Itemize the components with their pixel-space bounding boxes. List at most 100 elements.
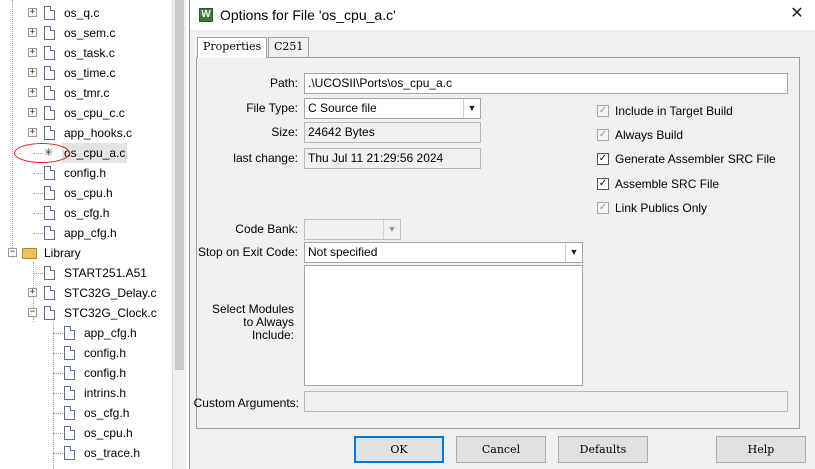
file-icon bbox=[44, 206, 55, 220]
tree-connector bbox=[53, 393, 63, 394]
tree-scrollbar[interactable] bbox=[172, 0, 186, 469]
tree-file-item[interactable]: + os_time.c bbox=[0, 63, 170, 83]
expand-icon[interactable]: + bbox=[28, 68, 37, 77]
file-icon bbox=[44, 126, 55, 140]
stop-on-exit-value: Not specified bbox=[308, 245, 378, 259]
tree-file-item[interactable]: config.h bbox=[0, 163, 170, 183]
chevron-down-icon[interactable]: ▼ bbox=[565, 243, 582, 262]
stop-on-exit-dropdown[interactable]: Not specified ▼ bbox=[304, 242, 583, 263]
file-type-dropdown[interactable]: C Source file ▼ bbox=[304, 98, 481, 119]
tree-file-item[interactable]: app_cfg.h bbox=[0, 323, 170, 343]
tree-item-label: os_cfg.h bbox=[84, 406, 130, 420]
tree-file-item[interactable]: app_cfg.h bbox=[0, 223, 170, 243]
expand-icon[interactable]: + bbox=[28, 288, 37, 297]
expand-icon[interactable]: + bbox=[28, 48, 37, 57]
tree-folder-item[interactable]: − Library bbox=[0, 243, 170, 263]
tree-item-label: os_cpu_c.c bbox=[64, 106, 125, 120]
checkbox: ✓ bbox=[597, 105, 609, 117]
tree-item-label: os_cpu_a.c bbox=[62, 143, 128, 163]
checkbox-label: Link Publics Only bbox=[615, 201, 708, 215]
path-label: Path: bbox=[269, 76, 298, 90]
modules-label-line1: Select Modules bbox=[211, 302, 294, 316]
tree-item-label: Library bbox=[44, 246, 81, 260]
tree-file-item[interactable]: + app_hooks.c bbox=[0, 123, 170, 143]
tree-item-label: STC32G_Clock.c bbox=[64, 306, 157, 320]
folder-icon bbox=[22, 248, 37, 259]
expand-icon[interactable]: + bbox=[28, 108, 37, 117]
tree-file-item[interactable]: os_cpu.h bbox=[0, 423, 170, 443]
modules-listbox[interactable] bbox=[304, 265, 583, 386]
tree-item-label: os_cpu.h bbox=[64, 186, 113, 200]
file-icon bbox=[44, 266, 55, 280]
tree-file-item[interactable]: + os_tmr.c bbox=[0, 83, 170, 103]
tree-file-item[interactable]: + os_cpu_c.c bbox=[0, 103, 170, 123]
tree-connector bbox=[53, 413, 63, 414]
expand-icon[interactable]: + bbox=[28, 88, 37, 97]
tree-item-label: config.h bbox=[84, 366, 127, 380]
tree-file-item[interactable]: START251.A51 bbox=[0, 263, 170, 283]
checkbox[interactable]: ✓ bbox=[597, 178, 609, 190]
path-field[interactable]: .\UCOSII\Ports\os_cpu_a.c bbox=[304, 73, 788, 94]
tree-item-label: os_tmr.c bbox=[64, 86, 110, 100]
tree-connector bbox=[33, 193, 43, 194]
tree-file-item[interactable]: config.h bbox=[0, 343, 170, 363]
file-icon bbox=[44, 46, 55, 60]
annotation-circle bbox=[14, 143, 70, 163]
tree-file-item[interactable]: + os_sem.c bbox=[0, 23, 170, 43]
tree-file-item[interactable]: os_cfg.h bbox=[0, 203, 170, 223]
file-icon bbox=[44, 186, 55, 200]
tree-scrollbar-thumb[interactable] bbox=[175, 0, 184, 370]
tree-file-item[interactable]: + os_q.c bbox=[0, 3, 170, 23]
modules-label-line3: Include: bbox=[251, 328, 294, 342]
expand-icon[interactable]: + bbox=[28, 128, 37, 137]
ok-button[interactable]: OK bbox=[354, 436, 444, 463]
dialog-title: Options for File 'os_cpu_a.c' bbox=[220, 7, 396, 23]
tree-item-label: os_q.c bbox=[64, 6, 100, 20]
tree-connector bbox=[53, 433, 63, 434]
last-change-value: Thu Jul 11 21:29:56 2024 bbox=[304, 148, 481, 169]
tree-connector bbox=[53, 333, 63, 334]
tree-connector bbox=[33, 213, 43, 214]
tree-file-item[interactable]: os_cpu.h bbox=[0, 183, 170, 203]
stop-on-exit-label: Stop on Exit Code: bbox=[197, 245, 298, 259]
tree-item-label: os_sem.c bbox=[64, 26, 116, 40]
file-icon bbox=[44, 286, 55, 300]
checkbox-label: Generate Assembler SRC File bbox=[615, 152, 776, 166]
collapse-icon[interactable]: − bbox=[8, 248, 17, 257]
expand-icon[interactable]: + bbox=[28, 8, 37, 17]
tree-connector bbox=[53, 453, 63, 454]
custom-args-label: Custom Arguments: bbox=[193, 396, 299, 410]
checkbox: ✓ bbox=[597, 202, 609, 214]
tab-c251[interactable]: C251 bbox=[268, 37, 310, 57]
size-value: 24642 Bytes bbox=[304, 122, 481, 143]
code-bank-dropdown: ▼ bbox=[304, 219, 401, 240]
tree-file-item[interactable]: os_cfg.h bbox=[0, 403, 170, 423]
close-icon[interactable]: ✕ bbox=[788, 5, 806, 23]
expand-icon[interactable]: + bbox=[28, 28, 37, 37]
file-icon bbox=[44, 226, 55, 240]
tree-file-item[interactable]: config.h bbox=[0, 363, 170, 383]
tree-file-item[interactable]: − STC32G_Clock.c bbox=[0, 303, 170, 323]
chevron-down-icon[interactable]: ▼ bbox=[463, 99, 480, 118]
dialog-titlebar[interactable]: W Options for File 'os_cpu_a.c' ✕ bbox=[190, 0, 815, 30]
tree-file-item[interactable]: os_trace.h bbox=[0, 443, 170, 463]
file-icon bbox=[64, 406, 75, 420]
cancel-button[interactable]: Cancel bbox=[456, 436, 546, 463]
checkbox-label: Assemble SRC File bbox=[615, 177, 720, 191]
tab-properties[interactable]: Properties bbox=[197, 37, 268, 58]
tree-item-label: config.h bbox=[64, 166, 107, 180]
file-icon bbox=[44, 86, 55, 100]
tree-file-item[interactable]: + STC32G_Delay.c bbox=[0, 283, 170, 303]
tree-item-label: os_trace.h bbox=[84, 446, 141, 460]
tree-file-item[interactable]: + os_task.c bbox=[0, 43, 170, 63]
file-icon bbox=[44, 106, 55, 120]
help-button[interactable]: Help bbox=[716, 436, 806, 463]
tree-file-item[interactable]: intrins.h bbox=[0, 383, 170, 403]
checkbox[interactable]: ✓ bbox=[597, 153, 609, 165]
project-tree: + os_q.c + os_sem.c + os_task.c + os_time.c + os_… bbox=[0, 0, 186, 469]
code-bank-label: Code Bank: bbox=[235, 222, 298, 236]
tree-item-label: intrins.h bbox=[84, 386, 127, 400]
collapse-icon[interactable]: − bbox=[28, 308, 37, 317]
defaults-button[interactable]: Defaults bbox=[558, 436, 648, 463]
file-icon bbox=[64, 426, 75, 440]
